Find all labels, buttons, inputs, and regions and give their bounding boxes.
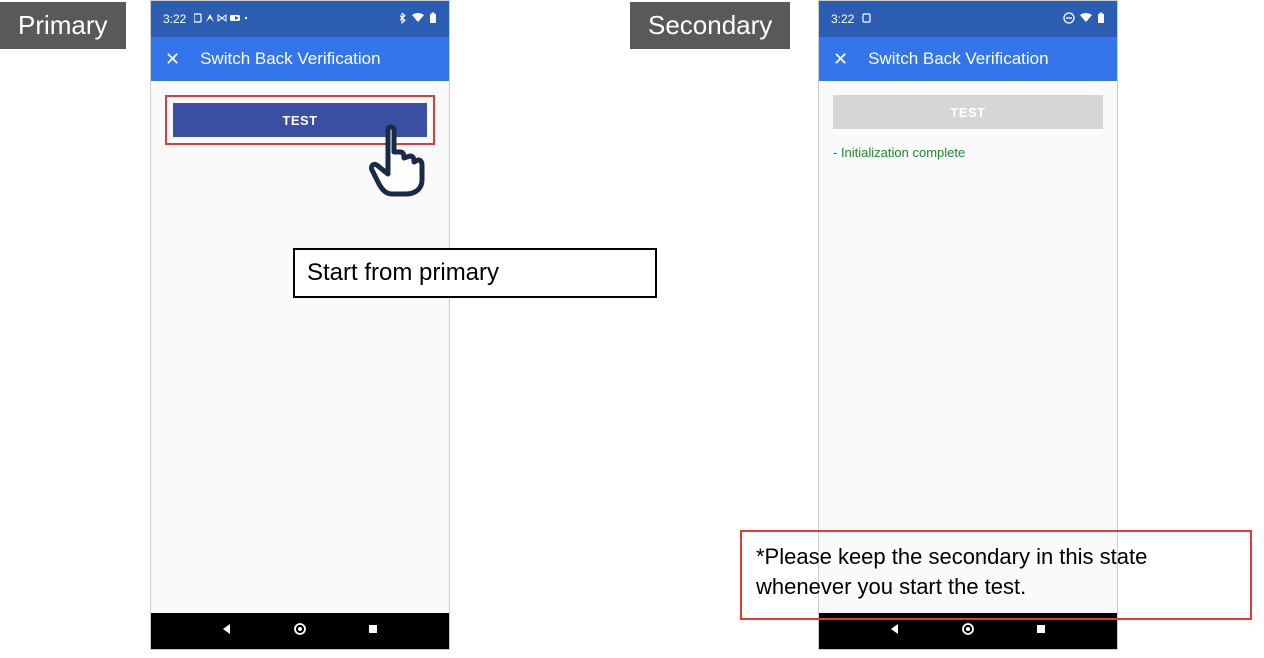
status-bar-primary: 3:22: [151, 1, 449, 37]
app-bar-secondary: ✕ Switch Back Verification: [819, 37, 1117, 81]
status-bar-secondary: 3:22: [819, 1, 1117, 37]
nav-bar-primary: [151, 613, 449, 649]
app-title: Switch Back Verification: [200, 49, 380, 69]
close-icon[interactable]: ✕: [833, 49, 848, 70]
nav-home-icon[interactable]: [293, 622, 307, 641]
nav-home-icon[interactable]: [961, 622, 975, 641]
bluetooth-icon: [399, 12, 407, 27]
callout-keep-secondary-state: *Please keep the secondary in this state…: [740, 530, 1252, 620]
close-icon[interactable]: ✕: [165, 49, 180, 70]
status-icons-left: [862, 12, 874, 27]
label-secondary: Secondary: [630, 2, 790, 49]
label-primary: Primary: [0, 2, 126, 49]
battery-icon: [1097, 12, 1105, 27]
battery-icon: [429, 12, 437, 27]
status-icons-left: [194, 12, 264, 27]
callout-start-from-primary: Start from primary: [293, 248, 657, 298]
callout-text: Start from primary: [307, 259, 499, 287]
nav-recent-icon[interactable]: [1034, 622, 1048, 641]
test-button-disabled: TEST: [833, 95, 1103, 129]
app-bar-primary: ✕ Switch Back Verification: [151, 37, 449, 81]
phone-primary: 3:22 ✕: [150, 0, 450, 650]
nav-recent-icon[interactable]: [366, 622, 380, 641]
status-time: 3:22: [163, 12, 186, 26]
pointer-hand-icon: [368, 122, 430, 205]
nav-back-icon[interactable]: [220, 622, 234, 641]
wifi-icon: [1079, 12, 1093, 26]
status-time: 3:22: [831, 12, 854, 26]
app-title: Switch Back Verification: [868, 49, 1048, 69]
nav-back-icon[interactable]: [888, 622, 902, 641]
callout-text: *Please keep the secondary in this state…: [756, 544, 1147, 599]
status-message: - Initialization complete: [833, 145, 1103, 160]
wifi-icon: [411, 12, 425, 26]
dnd-icon: [1063, 12, 1075, 27]
